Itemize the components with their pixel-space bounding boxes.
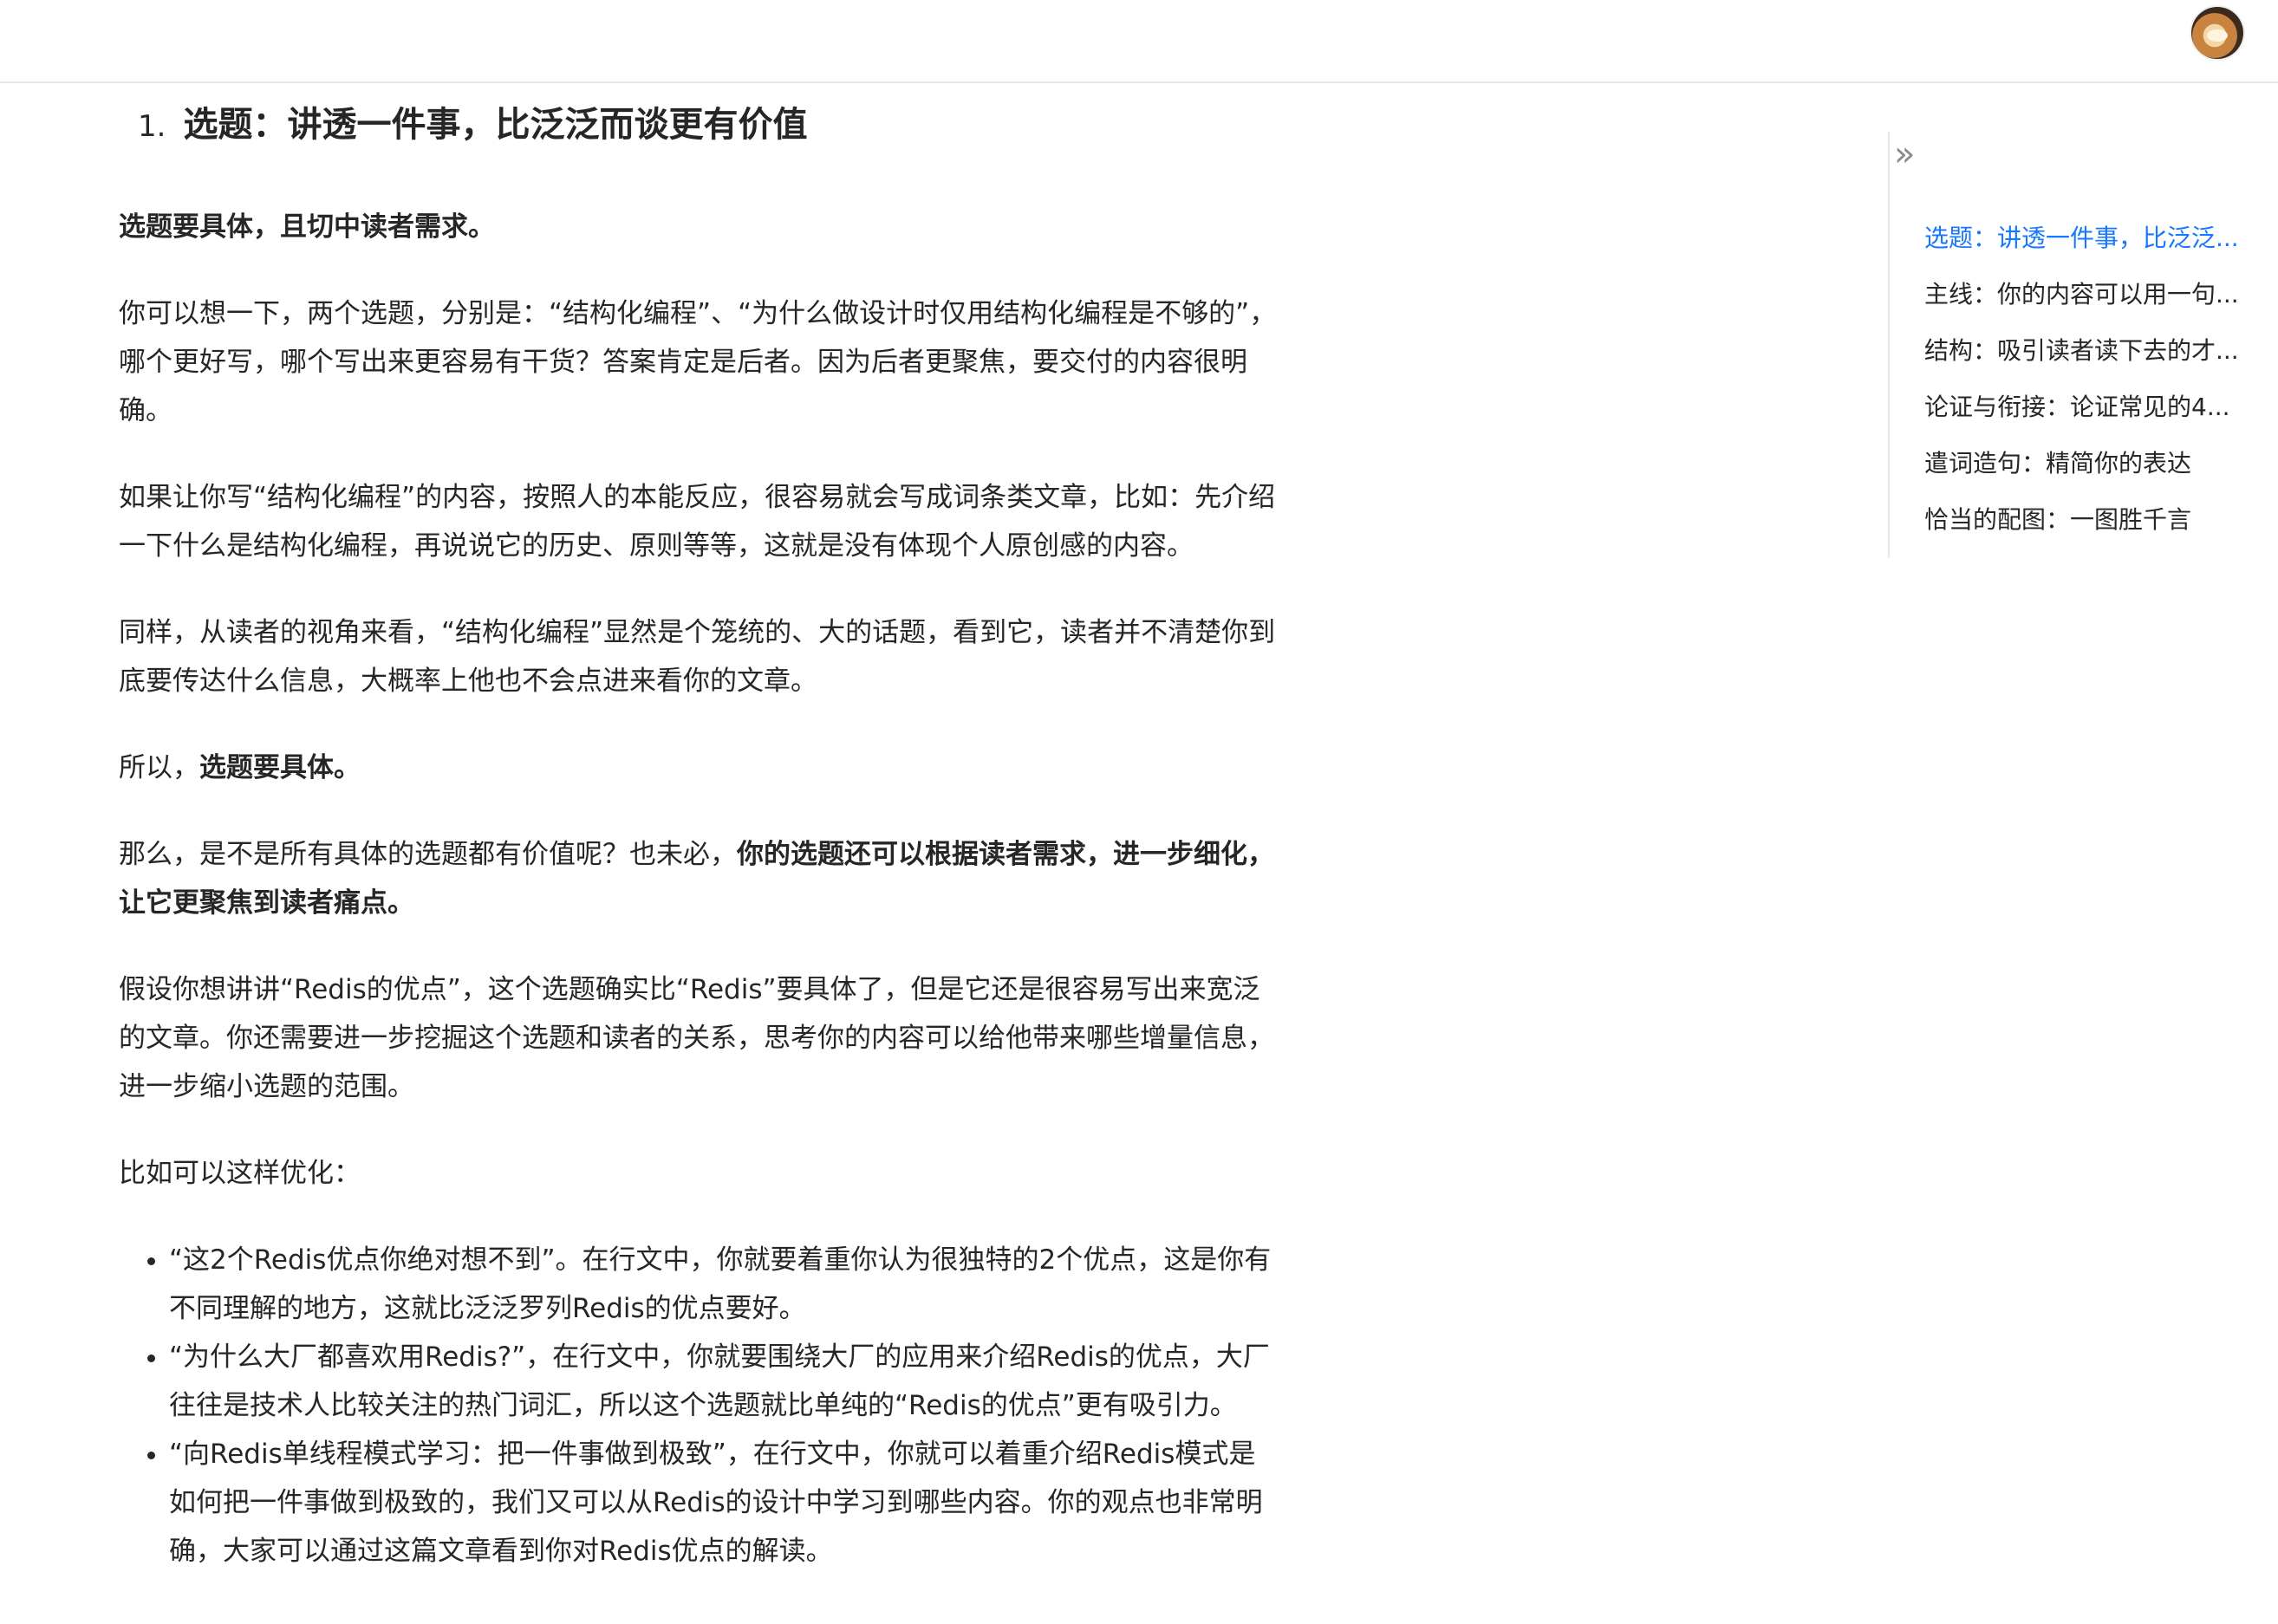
- toc-item-argument[interactable]: 论证与衔接：论证常见的4...: [1924, 379, 2254, 435]
- paragraph-4: 同样，从读者的视角来看，“结构化编程”显然是个笼统的、大的话题，看到它，读者并不…: [119, 617, 1276, 697]
- table-of-contents: » 选题：讲透一件事，比泛泛... 主线：你的内容可以用一句... 结构：吸引读…: [1888, 132, 2254, 558]
- paragraph-5-bold: 选题要具体。: [199, 752, 361, 783]
- toc-item-mainline[interactable]: 主线：你的内容可以用一句...: [1924, 266, 2254, 322]
- heading-title: 选题：讲透一件事，比泛泛而谈更有价值: [183, 105, 808, 145]
- paragraph-6-prefix: 那么，是不是所有具体的选题都有价值呢？也未必，: [119, 839, 737, 870]
- double-chevron-right-icon[interactable]: »: [1894, 137, 1934, 172]
- paragraph-5-prefix: 所以，: [119, 752, 199, 783]
- user-avatar-icon[interactable]: [2191, 7, 2243, 59]
- toc-item-structure[interactable]: 结构：吸引读者读下去的才...: [1924, 322, 2254, 379]
- toc-item-wording[interactable]: 遣词造句：精简你的表达: [1924, 435, 2254, 491]
- toc-item-topic[interactable]: 选题：讲透一件事，比泛泛...: [1924, 210, 2254, 266]
- heading-number: 1.: [138, 109, 166, 144]
- paragraph-2: 你可以想一下，两个选题，分别是：“结构化编程”、“为什么做设计时仅用结构化编程是…: [119, 298, 1277, 426]
- top-bar: [0, 0, 2278, 83]
- article-content: 1. 选题：讲透一件事，比泛泛而谈更有价值 选题要具体，且切中读者需求。 你可以…: [119, 83, 1280, 1575]
- toc-item-illustration[interactable]: 恰当的配图：一图胜千言: [1924, 491, 2254, 548]
- paragraph-1: 选题要具体，且切中读者需求。: [119, 211, 495, 243]
- list-item: “这2个Redis优点你绝对想不到”。在行文中，你就要着重你认为很独特的2个优点…: [169, 1236, 1280, 1333]
- paragraph-6: 那么，是不是所有具体的选题都有价值呢？也未必，你的选题还可以根据读者需求，进一步…: [119, 830, 1280, 927]
- paragraph-7: 假设你想讲讲“Redis的优点”，这个选题确实比“Redis”要具体了，但是它还…: [119, 974, 1274, 1102]
- section-heading: 1. 选题：讲透一件事，比泛泛而谈更有价值: [138, 83, 1280, 151]
- example-list: “这2个Redis优点你绝对想不到”。在行文中，你就要着重你认为很独特的2个优点…: [119, 1236, 1280, 1575]
- list-item: “为什么大厂都喜欢用Redis?”，在行文中，你就要围绕大厂的应用来介绍Redi…: [169, 1333, 1280, 1430]
- toc-list: 选题：讲透一件事，比泛泛... 主线：你的内容可以用一句... 结构：吸引读者读…: [1924, 210, 2254, 548]
- paragraph-8: 比如可以这样优化：: [119, 1158, 361, 1189]
- paragraph-3: 如果让你写“结构化编程”的内容，按照人的本能反应，很容易就会写成词条类文章，比如…: [119, 482, 1276, 562]
- list-item: “向Redis单线程模式学习：把一件事做到极致”，在行文中，你就可以着重介绍Re…: [169, 1430, 1280, 1575]
- paragraph-5: 所以，选题要具体。: [119, 744, 1280, 792]
